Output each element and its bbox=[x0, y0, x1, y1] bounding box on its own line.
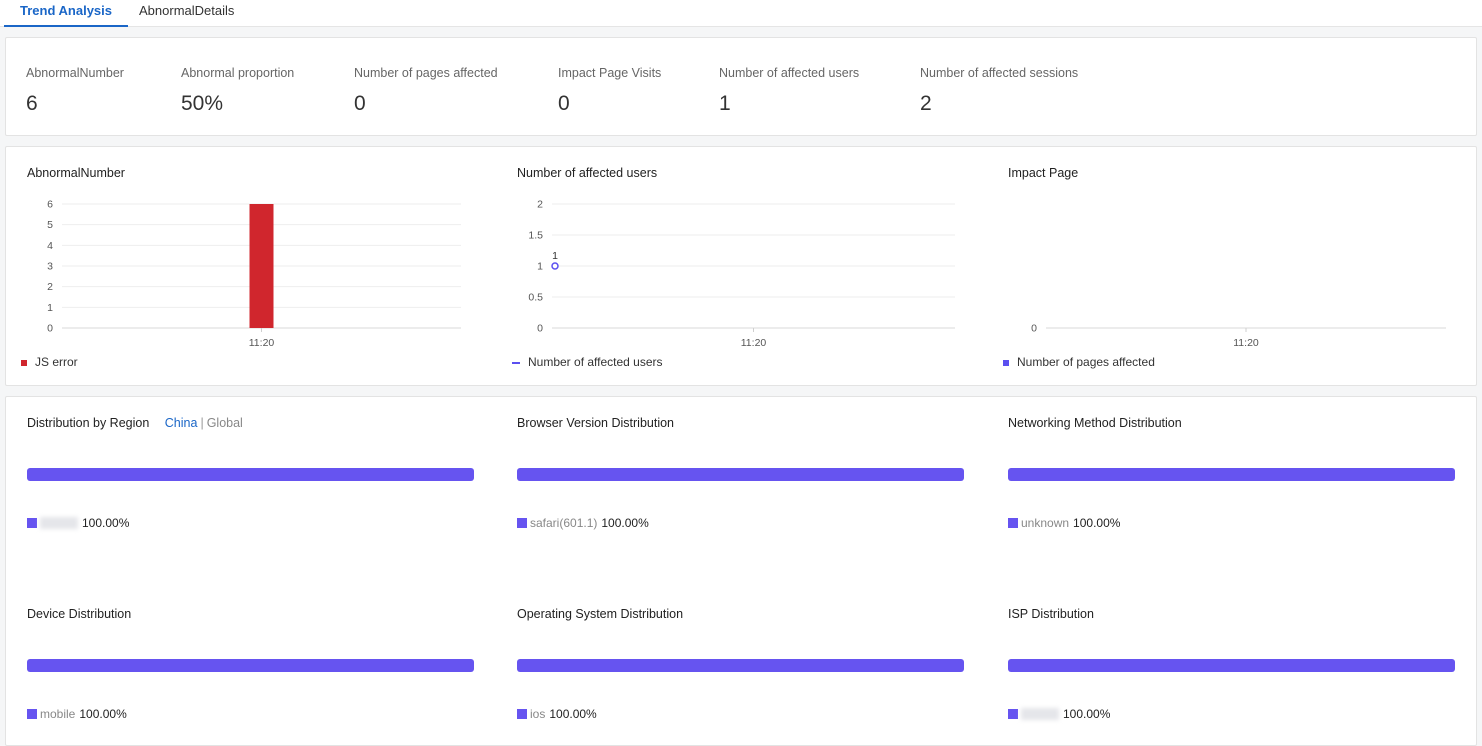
bar-js-error bbox=[249, 204, 274, 328]
dist-name: safari(601.1) bbox=[530, 516, 598, 530]
dist-bar-browser[interactable] bbox=[517, 468, 964, 481]
tab-trend-analysis[interactable]: Trend Analysis bbox=[4, 0, 128, 27]
x-tick-label: 11:20 bbox=[249, 337, 275, 349]
impact-page-chart[interactable]: 0 11:20 bbox=[986, 187, 1456, 357]
dist-title-region: Distribution by Region China | Global bbox=[27, 416, 243, 430]
legend-swatch bbox=[512, 361, 520, 364]
chart-title-impact-page: Impact Page bbox=[1008, 166, 1079, 180]
data-point bbox=[551, 262, 559, 270]
x-tick-label: 11:20 bbox=[741, 337, 767, 349]
y-tick-label: 1 bbox=[537, 261, 543, 273]
dist-bar-network[interactable] bbox=[1008, 468, 1455, 481]
legend-swatch bbox=[1003, 359, 1009, 366]
kpi-label: Number of pages affected bbox=[354, 66, 498, 80]
y-tick-label: 0 bbox=[1031, 323, 1037, 335]
dist-legend-region[interactable]: 100.00% bbox=[27, 516, 129, 530]
legend-swatch bbox=[21, 359, 27, 366]
y-tick-label: 6 bbox=[47, 199, 53, 211]
dist-title-os: Operating System Distribution bbox=[517, 607, 684, 621]
dist-bar-os[interactable] bbox=[517, 659, 964, 672]
legend-swatch bbox=[517, 709, 527, 719]
dist-legend-isp[interactable]: 100.00% bbox=[1008, 707, 1110, 721]
dist-title-browser: Browser Version Distribution bbox=[517, 416, 675, 430]
abnormal-number-chart[interactable]: 0 1 2 3 4 5 6 11:20 bbox=[6, 187, 476, 357]
chart-title-abnormal-number: AbnormalNumber bbox=[27, 166, 125, 180]
y-tick-label: 0 bbox=[537, 323, 543, 335]
dist-percent: 100.00% bbox=[79, 707, 127, 721]
dist-title-network: Networking Method Distribution bbox=[1008, 416, 1182, 430]
dist-name: ios bbox=[530, 707, 546, 721]
legend-label: Number of affected users bbox=[528, 355, 663, 369]
kpi-value: 50% bbox=[181, 92, 224, 115]
dist-title-device: Device Distribution bbox=[27, 607, 132, 621]
kpi-summary-card: AbnormalNumber 6 Abnormal proportion 50%… bbox=[5, 37, 1477, 136]
dist-name: unknown bbox=[1021, 516, 1070, 530]
dist-bar-device[interactable] bbox=[27, 659, 474, 672]
dist-name: mobile bbox=[40, 707, 76, 721]
legend-swatch bbox=[517, 518, 527, 528]
region-separator: | bbox=[200, 416, 204, 430]
kpi-value: 6 bbox=[26, 92, 38, 115]
legend-swatch bbox=[27, 709, 37, 719]
chart-title-affected-users: Number of affected users bbox=[517, 166, 658, 180]
x-tick-label: 11:20 bbox=[1233, 337, 1259, 349]
kpi-label: Number of affected users bbox=[719, 66, 860, 80]
dist-legend-browser[interactable]: safari(601.1) 100.00% bbox=[517, 516, 649, 530]
redacted-isp-name bbox=[1021, 708, 1059, 720]
data-label: 1 bbox=[552, 250, 558, 262]
legend-swatch bbox=[1008, 518, 1018, 528]
region-global-option[interactable]: Global bbox=[207, 416, 243, 430]
kpi-value: 2 bbox=[920, 92, 932, 115]
kpi-value: 0 bbox=[354, 92, 366, 115]
kpi-label: Number of affected sessions bbox=[920, 66, 1079, 80]
kpi-label: AbnormalNumber bbox=[26, 66, 124, 80]
kpi-affected-users: Number of affected users 1 bbox=[719, 66, 859, 116]
y-tick-label: 0 bbox=[47, 323, 53, 335]
region-china-option[interactable]: China bbox=[165, 416, 198, 430]
dist-bar-isp[interactable] bbox=[1008, 659, 1455, 672]
redacted-region-name bbox=[40, 517, 78, 529]
dist-percent: 100.00% bbox=[1063, 707, 1111, 721]
kpi-abnormal-proportion: Abnormal proportion 50% bbox=[181, 66, 294, 116]
kpi-pages-affected: Number of pages affected 0 bbox=[354, 66, 498, 116]
y-tick-label: 4 bbox=[47, 240, 53, 252]
y-tick-label: 1 bbox=[47, 302, 53, 314]
dist-bar-region[interactable] bbox=[27, 468, 474, 481]
tab-bar: Trend Analysis AbnormalDetails bbox=[0, 0, 1482, 27]
y-tick-label: 0.5 bbox=[528, 292, 543, 304]
dist-legend-device[interactable]: mobile 100.00% bbox=[27, 707, 127, 721]
y-tick-label: 2 bbox=[537, 199, 543, 211]
kpi-affected-sessions: Number of affected sessions 2 bbox=[920, 66, 1078, 116]
trend-charts-card: AbnormalNumber 0 1 2 3 4 5 6 11:20 JS error Num… bbox=[5, 146, 1477, 386]
dist-title-isp: ISP Distribution bbox=[1008, 607, 1094, 621]
kpi-value: 1 bbox=[719, 92, 731, 115]
y-tick-label: 2 bbox=[47, 281, 53, 293]
kpi-abnormal-number: AbnormalNumber 6 bbox=[26, 66, 124, 116]
dist-legend-os[interactable]: ios 100.00% bbox=[517, 707, 597, 721]
region-toggle: China | Global bbox=[165, 416, 243, 430]
legend-label: JS error bbox=[35, 355, 78, 369]
legend-swatch bbox=[1008, 709, 1018, 719]
y-tick-label: 5 bbox=[47, 219, 53, 231]
tab-abnormal-details[interactable]: AbnormalDetails bbox=[123, 0, 250, 27]
dist-percent: 100.00% bbox=[601, 516, 649, 530]
legend-js-error[interactable]: JS error bbox=[21, 355, 78, 369]
legend-swatch bbox=[27, 518, 37, 528]
y-tick-label: 3 bbox=[47, 261, 53, 273]
dist-percent: 100.00% bbox=[1073, 516, 1121, 530]
legend-pages-affected[interactable]: Number of pages affected bbox=[1003, 355, 1155, 369]
kpi-impact-page-visits: Impact Page Visits 0 bbox=[558, 66, 661, 116]
dist-legend-network[interactable]: unknown 100.00% bbox=[1008, 516, 1120, 530]
distribution-card: Distribution by Region China | Global 100.… bbox=[5, 396, 1477, 746]
y-tick-label: 1.5 bbox=[528, 230, 543, 242]
affected-users-chart[interactable]: 0 0.5 1 1.5 2 11:20 1 bbox=[496, 187, 966, 357]
legend-affected-users[interactable]: Number of affected users bbox=[512, 355, 663, 369]
legend-label: Number of pages affected bbox=[1017, 355, 1155, 369]
dist-title-text: Distribution by Region bbox=[27, 416, 150, 430]
kpi-label: Abnormal proportion bbox=[181, 66, 295, 80]
dist-percent: 100.00% bbox=[549, 707, 597, 721]
kpi-value: 0 bbox=[558, 92, 570, 115]
dist-percent: 100.00% bbox=[82, 516, 130, 530]
kpi-label: Impact Page Visits bbox=[558, 66, 662, 80]
